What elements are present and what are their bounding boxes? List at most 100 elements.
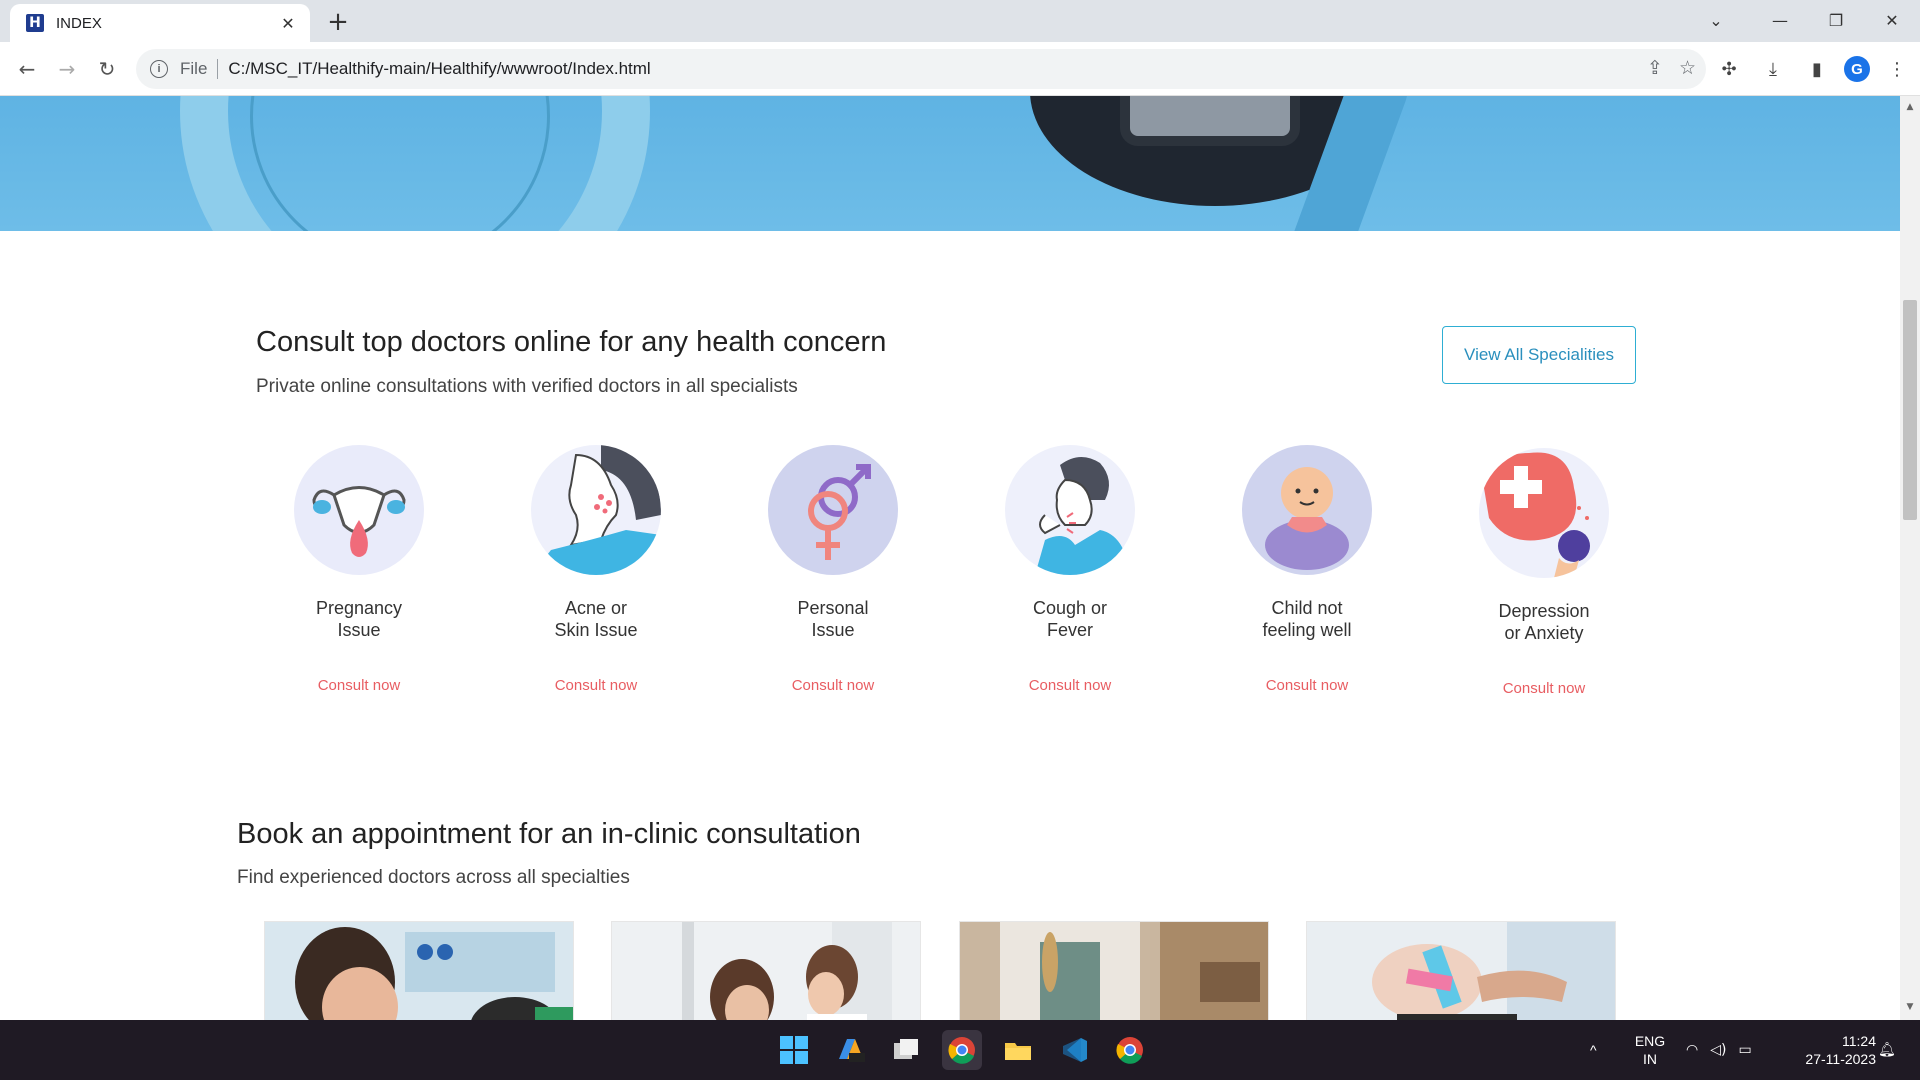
consult-now-link[interactable]: Consult now	[555, 677, 638, 694]
mental-health-icon	[1479, 448, 1609, 578]
minimize-button[interactable]: —	[1752, 0, 1808, 40]
windows-taskbar: ^ ENG IN ◠ ◁) ▭ 11:24 27-11-2023 🔔︎	[0, 1020, 1920, 1080]
skin-icon	[531, 445, 661, 575]
speciality-card-child[interactable]: Child not feeling well Consult now	[1207, 445, 1407, 694]
download-icon[interactable]: ⤓	[1756, 52, 1790, 86]
url-text[interactable]: C:/MSC_IT/Healthify-main/Healthify/wwwro…	[228, 59, 650, 79]
chrome-taskbar-icon[interactable]	[942, 1030, 982, 1070]
chrome-profile-taskbar-icon[interactable]	[1110, 1030, 1150, 1070]
tab-title: INDEX	[56, 14, 102, 32]
speciality-label-line2: Skin Issue	[554, 620, 638, 640]
pregnancy-icon	[294, 445, 424, 575]
site-favicon-icon: H	[26, 14, 44, 32]
hero-device-screen	[1120, 96, 1300, 146]
consult-now-link[interactable]: Consult now	[1029, 677, 1112, 694]
clinic-card-image-physio[interactable]	[1306, 921, 1616, 1020]
scroll-down-arrow-icon[interactable]: ▼	[1903, 1002, 1917, 1016]
consult-now-link[interactable]: Consult now	[792, 677, 875, 694]
window-controls: ⌄ — ❐ ✕	[1688, 0, 1920, 40]
browser-menu-icon[interactable]: ⋮	[1880, 52, 1914, 86]
tab-search-chevron-icon[interactable]: ⌄	[1688, 0, 1744, 40]
speciality-label-line1: Depression	[1498, 601, 1590, 621]
share-icon[interactable]: ⇪	[1647, 57, 1663, 79]
battery-icon[interactable]: ▭	[1738, 1042, 1751, 1058]
browser-tabstrip: H INDEX ✕ + ⌄ — ❐ ✕	[0, 0, 1920, 42]
system-tray[interactable]: ◠ ◁) ▭	[1686, 1020, 1752, 1080]
omnibox-actions: ⇪ ☆	[1647, 57, 1696, 79]
url-scheme: File	[180, 59, 208, 78]
speciality-card-depression[interactable]: Depression or Anxiety Consult now	[1444, 448, 1644, 697]
speciality-label-line2: feeling well	[1262, 620, 1352, 640]
copilot-preview-icon[interactable]	[830, 1030, 870, 1070]
file-explorer-icon[interactable]	[998, 1030, 1038, 1070]
consult-now-link[interactable]: Consult now	[318, 677, 401, 694]
speciality-label-line1: Cough or	[1032, 598, 1108, 618]
speciality-label: Acne or Skin Issue	[516, 597, 676, 641]
baby-icon	[1242, 445, 1372, 575]
speciality-label: Child not feeling well	[1227, 597, 1387, 641]
close-tab-icon[interactable]: ✕	[278, 14, 298, 33]
bookmark-star-icon[interactable]: ☆	[1679, 57, 1696, 79]
consult-now-link[interactable]: Consult now	[1503, 680, 1586, 697]
taskbar-clock[interactable]: 11:24 27-11-2023	[1780, 1032, 1876, 1068]
speciality-card-skin[interactable]: Acne or Skin Issue Consult now	[496, 445, 696, 694]
language-line1: ENG	[1634, 1033, 1666, 1049]
clock-time: 11:24	[1842, 1033, 1876, 1049]
show-hidden-icons-chevron-icon[interactable]: ^	[1590, 1020, 1597, 1080]
forward-button[interactable]: →	[50, 52, 84, 86]
extensions-puzzle-icon[interactable]: ✣	[1712, 52, 1746, 86]
consult-now-link[interactable]: Consult now	[1266, 677, 1349, 694]
speciality-label-line2: Fever	[1046, 620, 1093, 640]
speciality-label: Pregnancy Issue	[279, 597, 439, 641]
speciality-label: Depression or Anxiety	[1464, 600, 1624, 644]
consult-section-subtitle: Private online consultations with verifi…	[256, 376, 798, 397]
address-bar[interactable]: i File C:/MSC_IT/Healthify-main/Healthif…	[136, 49, 1706, 89]
speciality-label-line1: Personal	[797, 598, 869, 618]
clinic-card-image-dentist[interactable]	[264, 921, 574, 1020]
page-viewport: Consult top doctors online for any healt…	[0, 96, 1900, 1020]
url-separator	[217, 59, 219, 79]
hero-banner-image	[0, 96, 1900, 231]
volume-icon[interactable]: ◁)	[1710, 1042, 1726, 1058]
windows-start-icon[interactable]	[774, 1030, 814, 1070]
task-view-icon[interactable]	[886, 1030, 926, 1070]
clinic-section-subtitle: Find experienced doctors across all spec…	[237, 867, 630, 888]
hero-ring-outline	[250, 96, 550, 231]
scrollbar-thumb[interactable]	[1903, 300, 1917, 520]
close-window-button[interactable]: ✕	[1864, 0, 1920, 40]
speciality-label-line1: Acne or	[564, 598, 628, 618]
speciality-label-line1: Child not	[1271, 598, 1343, 618]
language-line2: IN	[1643, 1051, 1657, 1067]
clock-date: 27-11-2023	[1805, 1051, 1876, 1067]
restore-button[interactable]: ❐	[1808, 0, 1864, 40]
clinic-card-image-consultation[interactable]	[611, 921, 921, 1020]
speciality-label-line2: Issue	[337, 620, 381, 640]
clinic-card-image-woman[interactable]	[959, 921, 1269, 1020]
cough-icon	[1005, 445, 1135, 575]
notification-bell-icon[interactable]: 🔔︎	[1878, 1020, 1896, 1080]
browser-tab[interactable]: H INDEX ✕	[10, 4, 310, 42]
side-panel-icon[interactable]: ▮	[1800, 52, 1834, 86]
clinic-section-title: Book an appointment for an in-clinic con…	[237, 818, 861, 850]
reload-button[interactable]: ↻	[90, 52, 124, 86]
speciality-card-personal[interactable]: Personal Issue Consult now	[733, 445, 933, 694]
speciality-label-line1: Pregnancy	[315, 598, 403, 618]
back-button[interactable]: ←	[10, 52, 44, 86]
language-indicator[interactable]: ENG IN	[1628, 1032, 1672, 1068]
scroll-up-arrow-icon[interactable]: ▲	[1903, 102, 1917, 116]
wifi-icon[interactable]: ◠	[1686, 1042, 1698, 1058]
speciality-label-line2: or Anxiety	[1504, 623, 1584, 643]
browser-toolbar: ← → ↻ i File C:/MSC_IT/Healthify-main/He…	[0, 42, 1920, 96]
profile-avatar[interactable]: G	[1844, 56, 1870, 82]
vscode-icon[interactable]	[1054, 1030, 1094, 1070]
site-info-icon[interactable]: i	[150, 60, 168, 78]
speciality-card-cough[interactable]: Cough or Fever Consult now	[970, 445, 1170, 694]
extensions-row: ✣ ⤓ ▮ G ⋮	[1712, 52, 1914, 86]
page-scrollbar[interactable]	[1900, 96, 1920, 1020]
speciality-card-pregnancy[interactable]: Pregnancy Issue Consult now	[259, 445, 459, 694]
speciality-label: Cough or Fever	[990, 597, 1150, 641]
consult-section-title: Consult top doctors online for any healt…	[256, 326, 887, 358]
new-tab-button[interactable]: +	[322, 6, 354, 38]
speciality-label: Personal Issue	[753, 597, 913, 641]
view-all-specialities-button[interactable]: View All Specialities	[1442, 326, 1636, 384]
